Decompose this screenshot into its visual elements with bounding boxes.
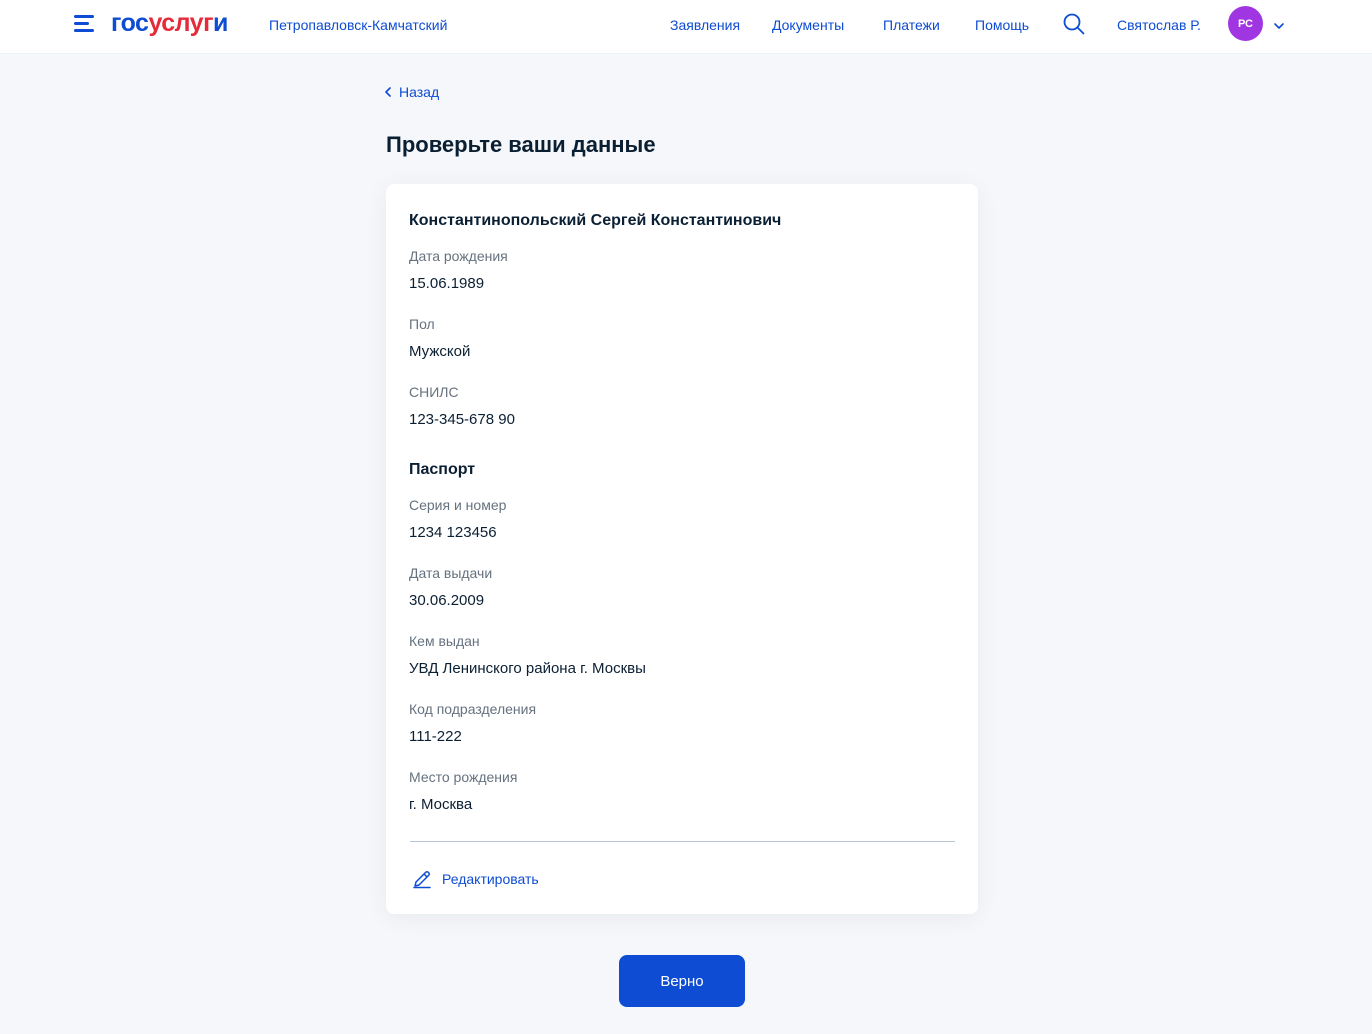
field-value-birth-place: г. Москва: [409, 796, 473, 813]
passport-section-title: Паспорт: [409, 461, 476, 478]
field-value-passport-number: 1234 123456: [409, 524, 497, 541]
person-name: Константинопольский Сергей Константинови…: [409, 212, 782, 229]
burger-menu-icon[interactable]: [74, 15, 96, 35]
edit-button[interactable]: Редактировать: [412, 869, 539, 889]
field-value-birth-date: 15.06.1989: [409, 275, 485, 292]
field-value-gender: Мужской: [409, 343, 471, 360]
user-name[interactable]: Святослав Р.: [1117, 16, 1201, 34]
nav-help[interactable]: Помощь: [975, 16, 1029, 34]
back-link[interactable]: Назад: [385, 83, 439, 101]
field-label-issue-date: Дата выдачи: [409, 565, 493, 581]
field-label-gender: Пол: [409, 316, 435, 332]
field-value-division-code: 111-222: [409, 728, 462, 745]
data-card: Константинопольский Сергей Константинови…: [386, 184, 978, 914]
field-label-passport-number: Серия и номер: [409, 497, 507, 513]
nav-payments[interactable]: Платежи: [883, 16, 940, 34]
top-header: госуслуги Петропавловск-Камчатский Заявл…: [0, 0, 1372, 54]
gosuslugi-logo[interactable]: госуслуги: [111, 8, 228, 38]
field-value-snils: 123-345-678 90: [409, 411, 515, 428]
field-value-issued-by: УВД Ленинского района г. Москвы: [409, 660, 646, 677]
divider: [410, 841, 955, 842]
avatar[interactable]: РС: [1228, 6, 1263, 41]
back-label: Назад: [399, 84, 440, 100]
nav-documents[interactable]: Документы: [772, 16, 844, 34]
field-value-issue-date: 30.06.2009: [409, 592, 485, 609]
city-selector[interactable]: Петропавловск-Камчатский: [269, 16, 447, 34]
field-label-issued-by: Кем выдан: [409, 633, 480, 649]
chevron-down-icon[interactable]: [1273, 18, 1285, 29]
field-label-snils: СНИЛС: [409, 384, 459, 400]
field-label-birth-place: Место рождения: [409, 769, 518, 785]
pencil-icon: [413, 871, 431, 889]
edit-label: Редактировать: [442, 871, 539, 887]
confirm-button[interactable]: Верно: [619, 955, 745, 1007]
field-label-division-code: Код подразделения: [409, 701, 537, 717]
nav-applications[interactable]: Заявления: [670, 16, 740, 34]
field-label-birth-date: Дата рождения: [409, 248, 508, 264]
chevron-left-icon: [385, 87, 391, 97]
page-title: Проверьте ваши данные: [386, 132, 656, 157]
search-icon[interactable]: [1062, 12, 1086, 36]
